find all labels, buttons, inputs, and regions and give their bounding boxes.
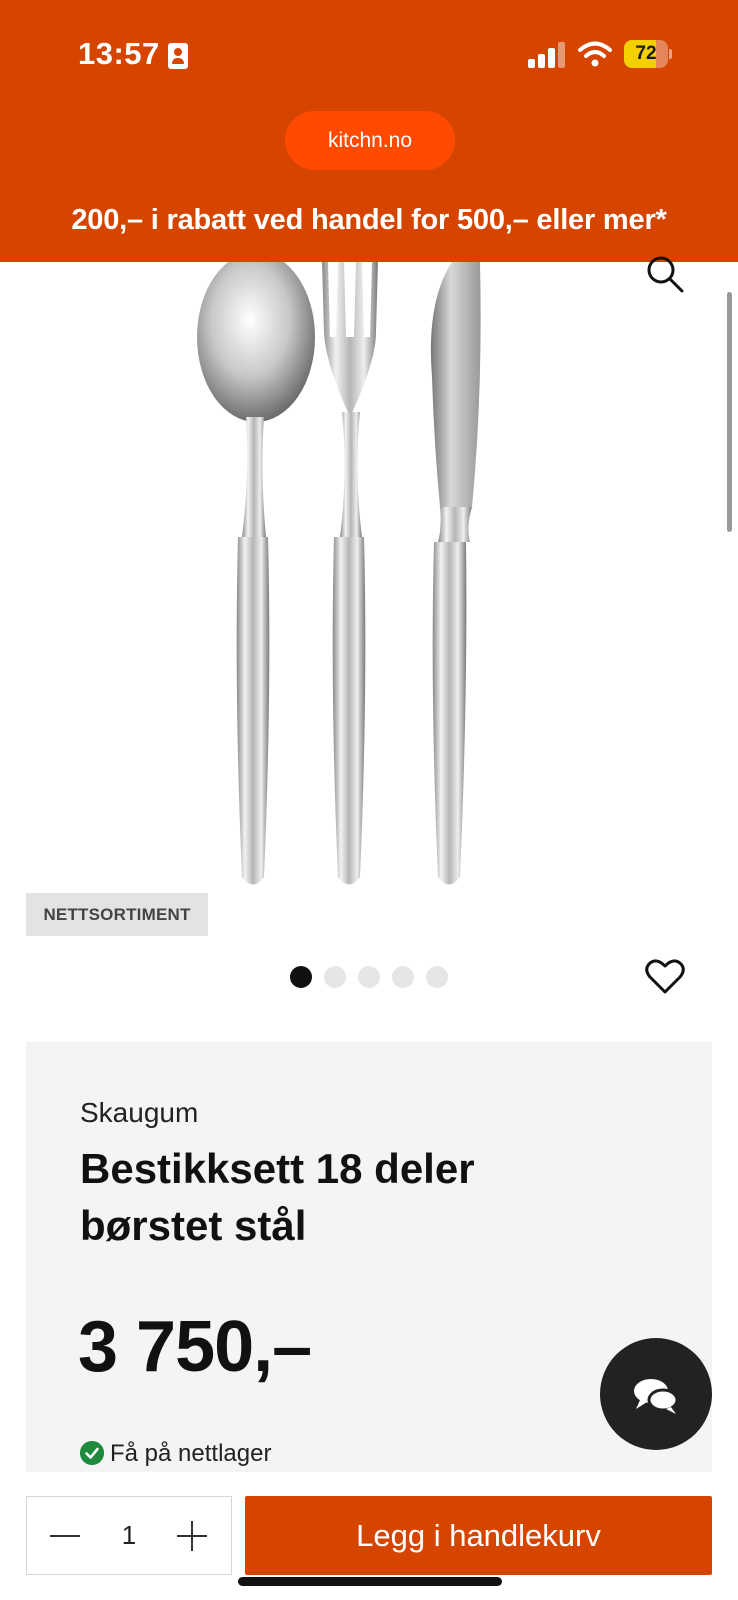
url-bar[interactable]: kitchn.no — [285, 111, 455, 170]
id-card-icon — [168, 43, 188, 69]
cellular-signal-icon — [528, 42, 566, 68]
search-icon[interactable] — [645, 255, 685, 295]
product-title: Bestikksett 18 deler børstet stål — [80, 1145, 475, 1249]
chat-icon — [634, 1379, 679, 1414]
status-time: 13:57 — [78, 36, 160, 71]
product-price: 3 750,– — [78, 1307, 312, 1387]
quantity-stepper: 1 — [26, 1496, 232, 1575]
gallery-dot[interactable] — [324, 966, 346, 988]
product-brand[interactable]: Skaugum — [80, 1097, 198, 1129]
battery-level: 72 — [635, 43, 657, 64]
home-indicator — [238, 1577, 502, 1586]
gallery-dot[interactable] — [358, 966, 380, 988]
chat-button[interactable] — [600, 1338, 712, 1450]
product-image[interactable] — [150, 262, 550, 902]
page-scrollbar[interactable] — [727, 292, 732, 532]
product-badge: NETTSORTIMENT — [26, 893, 208, 936]
gallery-dot[interactable] — [392, 966, 414, 988]
add-to-cart-button[interactable]: Legg i handlekurv — [245, 1496, 712, 1575]
plus-icon[interactable] — [175, 1519, 209, 1553]
spoon — [197, 262, 315, 885]
availability-text: Få på nettlager — [110, 1440, 272, 1467]
minus-icon[interactable] — [47, 1523, 83, 1549]
battery-indicator: 72 — [624, 40, 672, 68]
gallery-dot[interactable] — [290, 966, 312, 988]
wifi-icon — [578, 41, 612, 67]
gallery-dot[interactable] — [426, 966, 448, 988]
quantity-value[interactable]: 1 — [107, 1497, 151, 1573]
knife — [430, 262, 481, 885]
fork — [322, 262, 378, 885]
heart-icon[interactable] — [645, 957, 685, 995]
promo-banner[interactable]: 200,– i rabatt ved handel for 500,– elle… — [0, 204, 738, 237]
check-circle-icon — [80, 1441, 104, 1465]
top-bar: 13:57 72 kitchn.no 200,– i rabatt ved ha… — [0, 0, 738, 262]
